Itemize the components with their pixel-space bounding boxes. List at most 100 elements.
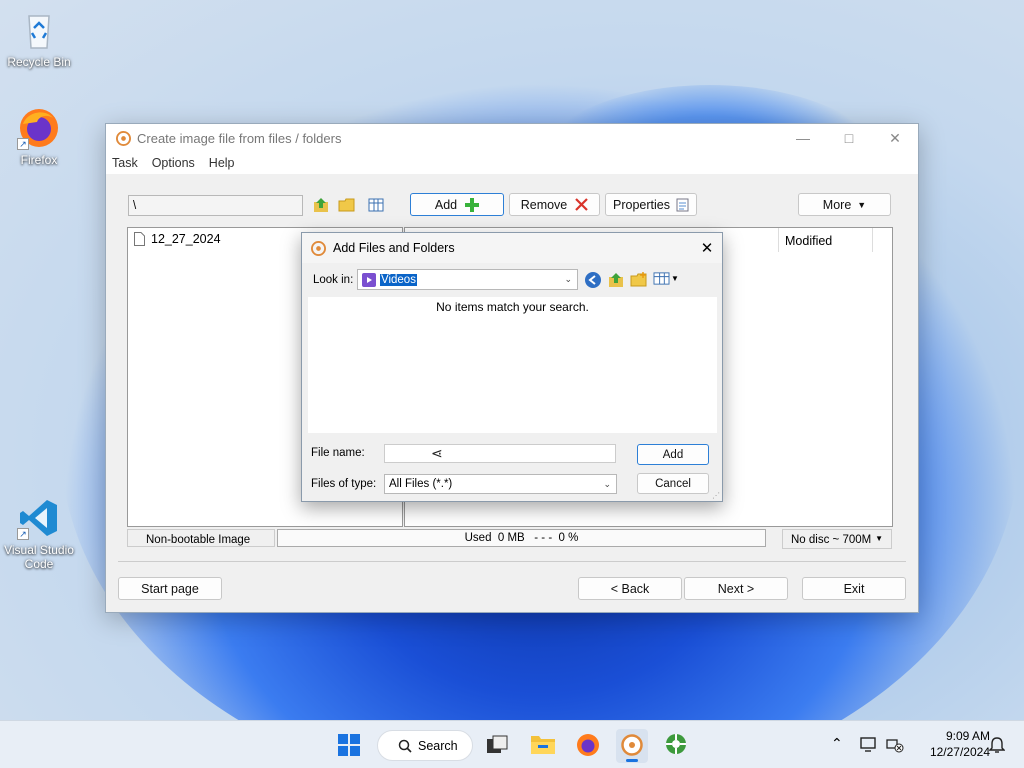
boot-type-status: Non-bootable Image — [127, 529, 275, 547]
chevron-down-icon: ⌄ — [564, 274, 572, 284]
add-button[interactable]: Add — [410, 193, 504, 216]
look-in-value: Videos — [380, 273, 417, 286]
look-in-select[interactable]: Videos ⌄ — [357, 269, 578, 290]
chevron-up-icon[interactable]: ⌃ — [831, 735, 843, 752]
tree-item-label: 12_27_2024 — [151, 232, 221, 246]
properties-icon — [676, 198, 689, 211]
dialog-add-label: Add — [662, 448, 684, 461]
shortcut-arrow-icon: ↗ — [17, 528, 29, 540]
dialog-title-bar[interactable]: Add Files and Folders ✕ — [302, 233, 722, 263]
dialog-cancel-label: Cancel — [655, 477, 691, 490]
recycle-bin-icon — [17, 8, 61, 52]
next-button[interactable]: Next > — [684, 577, 788, 600]
disc-size-label: No disc ~ 700M — [791, 534, 872, 546]
exit-button[interactable]: Exit — [802, 577, 906, 600]
red-x-icon — [575, 198, 589, 211]
file-icon — [134, 232, 145, 246]
dropdown-arrow-icon: ▼ — [671, 274, 679, 283]
minimize-button[interactable]: — — [780, 124, 826, 152]
menu-task[interactable]: Task — [112, 156, 138, 170]
file-name-input[interactable] — [384, 444, 616, 463]
title-bar[interactable]: Create image file from files / folders —… — [106, 124, 918, 152]
view-options-icon — [653, 272, 670, 285]
back-button[interactable]: < Back — [578, 577, 682, 600]
shortcut-arrow-icon: ↗ — [17, 138, 29, 150]
up-folder-icon[interactable] — [312, 196, 330, 214]
remove-button-label: Remove — [520, 197, 568, 212]
usage-label: Used 0 MB - - - 0 % — [464, 532, 579, 544]
file-name-label: File name: — [311, 447, 365, 459]
dialog-cancel-button[interactable]: Cancel — [637, 473, 709, 494]
dialog-add-button[interactable]: Add — [637, 444, 709, 465]
remove-button[interactable]: Remove — [509, 193, 600, 216]
display-icon[interactable] — [860, 737, 878, 753]
app-disc-icon — [311, 240, 326, 256]
back-arrow-icon[interactable] — [584, 271, 602, 289]
dialog-title: Add Files and Folders — [333, 241, 455, 255]
close-button[interactable]: ✕ — [872, 124, 918, 152]
dropdown-arrow-icon: ▼ — [875, 534, 883, 543]
usage-bar: Used 0 MB - - - 0 % — [277, 529, 766, 547]
taskbar-search[interactable]: Search — [377, 730, 473, 761]
search-icon — [398, 739, 412, 753]
app-disc-icon — [116, 130, 131, 146]
up-folder-icon[interactable] — [607, 271, 625, 289]
exit-label: Exit — [843, 581, 865, 596]
network-status-icon[interactable] — [886, 737, 904, 753]
path-input[interactable]: \ — [128, 195, 303, 216]
desktop-icon-recycle-bin[interactable]: Recycle Bin — [1, 8, 77, 69]
network-tool-icon[interactable] — [664, 732, 688, 756]
add-files-dialog: Add Files and Folders ✕ Look in: Videos … — [301, 232, 723, 502]
dropdown-arrow-icon: ▼ — [857, 199, 867, 210]
chevron-down-icon: ⌄ — [603, 478, 611, 489]
next-label: Next > — [717, 581, 755, 596]
footer-divider — [118, 561, 906, 562]
add-button-label: Add — [434, 197, 458, 212]
active-app-highlight[interactable] — [616, 729, 648, 763]
files-of-type-label: Files of type: — [311, 478, 377, 490]
clock-time: 9:09 AM — [945, 729, 990, 743]
view-menu-button[interactable]: ▼ — [653, 271, 679, 286]
new-folder-icon[interactable] — [338, 196, 356, 214]
files-of-type-value: All Files (*.*) — [389, 478, 453, 490]
files-of-type-select[interactable]: All Files (*.*) ⌄ — [384, 474, 617, 494]
taskbar: Search ⌃ 9:09 AM 12/27/2024 — [0, 720, 1024, 768]
start-page-label: Start page — [141, 581, 199, 596]
green-plus-icon — [465, 197, 480, 212]
menu-help[interactable]: Help — [209, 156, 235, 170]
file-explorer-icon[interactable] — [530, 732, 556, 756]
empty-message: No items match your search. — [436, 300, 589, 314]
firefox-taskbar-icon[interactable] — [576, 733, 600, 757]
text-cursor-icon: ⋖ — [431, 445, 443, 461]
column-header-modified[interactable]: Modified — [778, 228, 873, 252]
desktop-icon-label: Firefox — [20, 153, 58, 167]
app-disc-icon — [621, 734, 643, 756]
firefox-icon: ↗ — [17, 106, 61, 150]
properties-button-label: Properties — [613, 197, 670, 212]
file-browser-list[interactable]: No items match your search. — [308, 297, 717, 433]
clock[interactable]: 9:09 AM 12/27/2024 — [912, 728, 990, 760]
more-button-label: More — [822, 197, 852, 212]
desktop-icon-firefox[interactable]: ↗ Firefox — [1, 106, 77, 167]
notification-bell-icon[interactable] — [989, 736, 1005, 754]
properties-button[interactable]: Properties — [605, 193, 697, 216]
tree-item[interactable]: 12_27_2024 — [134, 232, 221, 246]
resize-grip-icon[interactable]: ⋰ — [712, 491, 720, 500]
active-indicator — [626, 759, 638, 762]
new-folder-icon[interactable] — [630, 271, 648, 289]
windows-start-icon[interactable] — [337, 733, 361, 757]
disc-size-select[interactable]: No disc ~ 700M ▼ — [782, 529, 892, 549]
window-title: Create image file from files / folders — [137, 130, 342, 146]
maximize-button[interactable]: □ — [826, 124, 872, 152]
more-button[interactable]: More ▼ — [798, 193, 891, 216]
view-options-icon[interactable] — [367, 196, 385, 214]
desktop-icon-label: Visual Studio Code — [4, 543, 74, 571]
search-label: Search — [418, 738, 458, 753]
back-label: < Back — [610, 581, 650, 596]
desktop-icon-vscode[interactable]: ↗ Visual Studio Code — [1, 496, 77, 571]
start-page-button[interactable]: Start page — [118, 577, 222, 600]
task-view-icon[interactable] — [486, 735, 508, 755]
menu-options[interactable]: Options — [152, 156, 195, 170]
boot-type-label: Non-bootable Image — [146, 534, 251, 546]
dialog-close-button[interactable]: ✕ — [692, 239, 722, 257]
